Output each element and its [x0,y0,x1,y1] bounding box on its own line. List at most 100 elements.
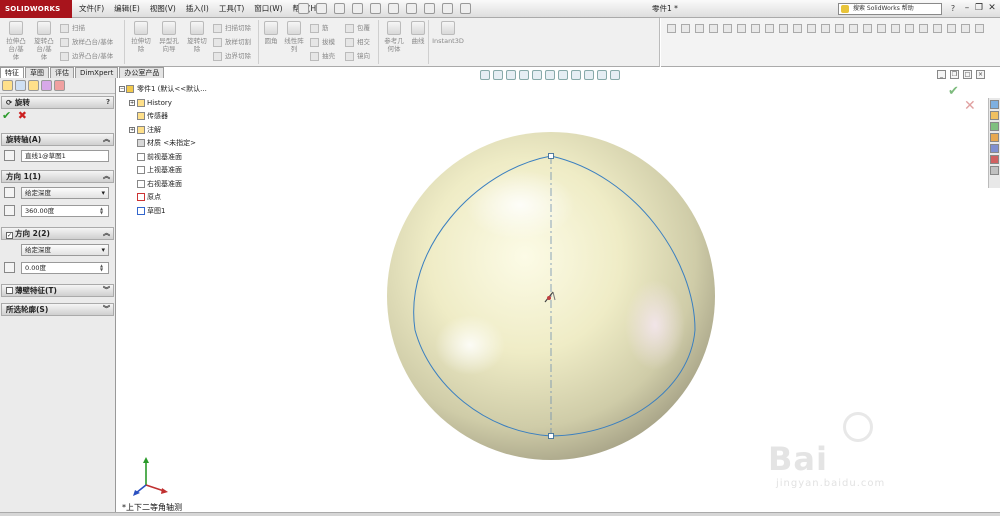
view-tool-icon[interactable] [821,24,830,33]
ok-button[interactable]: ✔ [2,109,11,122]
edit-appearance-icon[interactable] [571,70,581,80]
custom-properties-icon[interactable] [990,166,999,175]
view-tool-icon[interactable] [709,24,718,33]
swept-cut-button[interactable]: 扫描切除 [213,24,251,33]
shell-button[interactable]: 抽壳 [310,52,335,61]
extrude-cut-button[interactable]: 拉伸切 除 [127,21,155,53]
spin-arrows-icon[interactable]: ▲ ▼ [100,207,106,215]
minimize-button[interactable]: – [962,2,972,14]
appearances-icon[interactable] [990,155,999,164]
apply-scene-icon[interactable] [584,70,594,80]
view-tool-icon[interactable] [905,24,914,33]
new-document-icon[interactable] [316,3,327,14]
previous-view-icon[interactable] [506,70,516,80]
revolve-axis-field[interactable]: 直线1@草图1 [21,150,109,162]
property-manager-icon[interactable] [15,80,26,91]
view-tool-icon[interactable] [737,24,746,33]
tab-dimxpert[interactable]: DimXpert [75,67,119,78]
thin-feature-checkbox[interactable] [6,287,13,294]
menu-tools[interactable]: 工具(T) [214,0,249,18]
mirror-button[interactable]: 镜向 [345,52,370,61]
save-icon[interactable] [352,3,363,14]
tab-office-products[interactable]: 办公室产品 [119,67,165,78]
tab-evaluate[interactable]: 评估 [50,67,74,78]
dimxpert-manager-icon[interactable] [41,80,52,91]
view-tool-icon[interactable] [961,24,970,33]
zoom-to-area-icon[interactable] [493,70,503,80]
select-icon[interactable] [406,3,417,14]
lofted-cut-button[interactable]: 放样切割 [213,38,251,47]
hide-show-items-icon[interactable] [558,70,568,80]
confirm-ok-icon[interactable]: ✔ [948,84,959,99]
direction2-section-header[interactable]: ✓ 方向 2(2) ︽ [1,227,114,240]
tree-item-sensors[interactable]: 传感器 [118,110,258,124]
viewport-minimize-icon[interactable]: _ [937,70,946,79]
view-tool-icon[interactable] [947,24,956,33]
configuration-manager-icon[interactable] [28,80,39,91]
wrap-button[interactable]: 包覆 [345,24,370,33]
viewport-restore-icon[interactable]: ❐ [950,70,959,79]
display-manager-icon[interactable] [54,80,65,91]
menu-insert[interactable]: 插入(I) [181,0,214,18]
zoom-to-fit-icon[interactable] [480,70,490,80]
hole-wizard-button[interactable]: 异型孔 向导 [155,21,183,53]
section-view-icon[interactable] [519,70,529,80]
draft-button[interactable]: 拔模 [310,38,335,47]
tree-item-material[interactable]: 材质 <未指定> [118,137,258,151]
reverse-direction-icon[interactable] [4,187,15,198]
direction1-type-select[interactable]: 给定深度 [21,187,109,199]
collapse-icon[interactable]: − [119,86,125,92]
view-tool-icon[interactable] [667,24,676,33]
view-tool-icon[interactable] [975,24,984,33]
view-tool-icon[interactable] [933,24,942,33]
close-button[interactable]: ✕ [987,2,997,14]
viewport-close-icon[interactable]: × [976,70,985,79]
cancel-button[interactable]: ✖ [18,109,27,122]
tab-sketch[interactable]: 草图 [25,67,49,78]
viewport-maximize-icon[interactable]: □ [963,70,972,79]
open-folder-icon[interactable] [334,3,345,14]
view-tool-icon[interactable] [891,24,900,33]
direction1-angle-field[interactable]: 360.00度 ▲ ▼ [21,205,109,217]
menu-window[interactable]: 窗口(W) [249,0,287,18]
options-gear-icon[interactable] [460,3,471,14]
tab-features[interactable]: 特征 [0,67,24,78]
sketch-endpoint[interactable] [548,433,554,439]
tree-item-top-plane[interactable]: 上视基准面 [118,164,258,178]
expand-icon[interactable]: + [129,99,135,106]
sphere-model[interactable] [385,130,715,460]
revolve-cut-button[interactable]: 旋转切 除 [183,21,211,53]
selected-contours-section-header[interactable]: 所选轮廓(S) ︾ [1,303,114,316]
intersect-button[interactable]: 相交 [345,38,370,47]
instant3d-button[interactable]: Instant3D [430,21,466,45]
thin-feature-section-header[interactable]: 薄壁特征(T) ︾ [1,284,114,297]
view-tool-icon[interactable] [849,24,858,33]
file-properties-icon[interactable] [442,3,453,14]
reference-geometry-button[interactable]: 参考几 何体 [381,21,407,53]
print-icon[interactable] [370,3,381,14]
boundary-cut-button[interactable]: 边界切除 [213,52,251,61]
tree-root-part[interactable]: − 零件1 (默认<<默认... [118,83,258,97]
tree-item-annotations[interactable]: + 注解 [118,124,258,138]
direction1-section-header[interactable]: 方向 1(1) ︽ [1,170,114,183]
display-pane-icon[interactable] [610,70,620,80]
view-tool-icon[interactable] [681,24,690,33]
help-button[interactable]: ? [948,3,958,15]
view-tool-icon[interactable] [877,24,886,33]
revolve-boss-button[interactable]: 旋转凸 台/基 体 [31,21,57,61]
rebuild-icon[interactable] [424,3,435,14]
view-tool-icon[interactable] [919,24,928,33]
linear-pattern-button[interactable]: 线性阵 列 [282,21,306,53]
view-tool-icon[interactable] [723,24,732,33]
axis-section-header[interactable]: 旋转轴(A) ︽ [1,133,114,146]
extrude-boss-button[interactable]: 拉伸凸 台/基 体 [3,21,29,61]
help-search-input[interactable]: 搜索 SolidWorks 帮助 [838,3,942,15]
tree-item-origin[interactable]: 原点 [118,191,258,205]
boundary-boss-button[interactable]: 边界凸台/基体 [60,52,113,61]
expand-icon[interactable]: + [129,126,135,133]
menu-file[interactable]: 文件(F) [74,0,109,18]
view-orientation-icon[interactable] [532,70,542,80]
view-tool-icon[interactable] [793,24,802,33]
design-library-icon[interactable] [990,111,999,120]
fillet-button[interactable]: 圆角 [261,21,281,45]
